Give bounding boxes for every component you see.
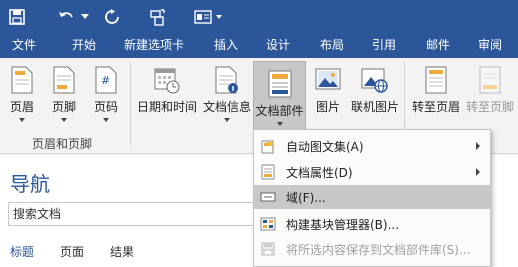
tab-layout[interactable]: 布局 bbox=[320, 34, 344, 58]
menu-item-label: 将所选内容保存到文档部件库(S)... bbox=[286, 243, 471, 257]
goto-header-button[interactable]: 转至页眉 bbox=[408, 58, 464, 131]
goto-footer-button[interactable]: 转至页脚 bbox=[462, 58, 518, 131]
chevron-right-icon bbox=[476, 168, 480, 176]
doc-parts-button[interactable]: 文档部件 bbox=[253, 61, 306, 134]
header-icon bbox=[11, 66, 33, 97]
chevron-down-icon bbox=[19, 118, 25, 122]
nav-title: 导航 bbox=[10, 172, 50, 196]
group-label-header-footer: 页眉和页脚 bbox=[32, 137, 93, 151]
goto-footer-icon bbox=[478, 66, 502, 97]
footer-icon bbox=[53, 66, 75, 97]
menu-item-label: 文档属性(D) bbox=[286, 166, 353, 180]
menu-item-save-selection[interactable]: 将所选内容保存到文档部件库(S)... bbox=[254, 237, 490, 261]
save-selection-icon bbox=[260, 241, 276, 257]
menu-item-label: 构建基块管理器(B)... bbox=[286, 218, 400, 232]
page-number-icon: # bbox=[95, 66, 117, 97]
chevron-down-icon bbox=[103, 118, 109, 122]
svg-text:#: # bbox=[101, 74, 110, 87]
picture-label: 图片 bbox=[315, 100, 340, 114]
tab-home[interactable]: 开始 bbox=[72, 34, 96, 58]
tab-design[interactable]: 设计 bbox=[266, 34, 290, 58]
tab-references[interactable]: 引用 bbox=[372, 34, 396, 58]
online-picture-icon bbox=[361, 66, 389, 97]
dropdown-arrow-icon[interactable] bbox=[80, 0, 90, 34]
doc-parts-label: 文档部件 bbox=[255, 104, 304, 118]
doc-parts-icon bbox=[268, 70, 292, 101]
customize-icon[interactable] bbox=[193, 0, 225, 34]
title-bar bbox=[0, 0, 518, 34]
tab-review[interactable]: 审阅 bbox=[478, 34, 502, 58]
menu-item-label: 域(F)... bbox=[286, 191, 326, 205]
date-time-button[interactable]: 日期和时间 bbox=[134, 58, 200, 131]
autotext-icon bbox=[260, 138, 276, 154]
field-icon bbox=[260, 189, 276, 205]
doc-info-icon bbox=[215, 66, 239, 97]
calendar-icon bbox=[154, 66, 180, 97]
touch-mode-icon[interactable] bbox=[148, 0, 168, 34]
picture-button[interactable]: 图片 bbox=[310, 58, 346, 131]
page-number-button[interactable]: # 页码 bbox=[88, 58, 124, 131]
redo-icon[interactable] bbox=[103, 0, 121, 34]
online-picture-button[interactable]: 联机图片 bbox=[348, 58, 402, 131]
goto-header-icon bbox=[424, 66, 448, 97]
group-divider bbox=[130, 62, 131, 146]
menu-item-building-blocks[interactable]: 构建基块管理器(B)... bbox=[254, 212, 490, 236]
online-picture-label: 联机图片 bbox=[350, 100, 399, 114]
goto-footer-label: 转至页脚 bbox=[465, 100, 514, 114]
header-button[interactable]: 页眉 bbox=[4, 58, 40, 131]
chevron-down-icon bbox=[276, 122, 283, 126]
footer-button[interactable]: 页脚 bbox=[46, 58, 82, 131]
menu-item-field[interactable]: 域(F)... bbox=[254, 185, 490, 209]
menu-item-autotext[interactable]: 自动图文集(A) bbox=[254, 134, 490, 158]
goto-header-label: 转至页眉 bbox=[411, 100, 460, 114]
undo-icon[interactable] bbox=[56, 0, 76, 34]
nav-tab-pages[interactable]: 页面 bbox=[60, 243, 84, 260]
page-number-label: 页码 bbox=[93, 100, 118, 114]
nav-tab-headings[interactable]: 标题 bbox=[10, 243, 34, 260]
chevron-down-icon bbox=[224, 118, 230, 122]
doc-info-button[interactable]: 文档信息 bbox=[202, 58, 252, 131]
footer-label: 页脚 bbox=[51, 100, 76, 114]
building-blocks-icon bbox=[260, 216, 276, 232]
doc-property-icon bbox=[260, 164, 276, 180]
nav-tab-results[interactable]: 结果 bbox=[110, 243, 134, 260]
tab-insert[interactable]: 插入 bbox=[214, 34, 238, 58]
doc-info-label: 文档信息 bbox=[202, 100, 251, 114]
tab-new-tab[interactable]: 新建选项卡 bbox=[124, 34, 184, 58]
tab-mailings[interactable]: 邮件 bbox=[426, 34, 450, 58]
menu-item-label: 自动图文集(A) bbox=[286, 140, 364, 154]
picture-icon bbox=[315, 66, 341, 95]
chevron-down-icon bbox=[61, 118, 67, 122]
chevron-right-icon bbox=[476, 142, 480, 150]
date-time-label: 日期和时间 bbox=[136, 100, 197, 114]
save-icon[interactable] bbox=[8, 0, 26, 34]
tab-file[interactable]: 文件 bbox=[12, 34, 36, 58]
header-label: 页眉 bbox=[9, 100, 34, 114]
menu-item-doc-property[interactable]: 文档属性(D) bbox=[254, 160, 490, 184]
